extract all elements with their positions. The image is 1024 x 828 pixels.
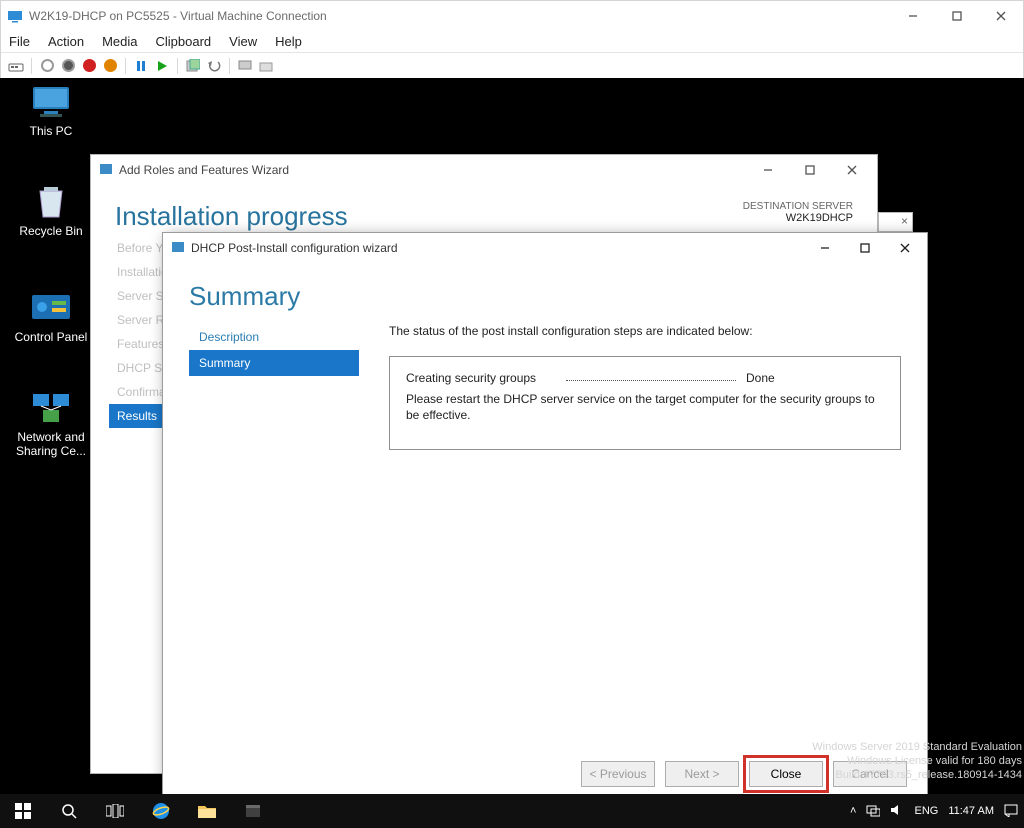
- dhcp-wizard-titlebar[interactable]: DHCP Post-Install configuration wizard: [163, 233, 927, 263]
- menu-file[interactable]: File: [9, 34, 30, 49]
- search-icon[interactable]: [46, 794, 92, 828]
- menu-view[interactable]: View: [229, 34, 257, 49]
- desktop-icon-label: Network and Sharing Ce...: [14, 430, 88, 458]
- summary-intro: The status of the post install configura…: [389, 324, 901, 338]
- add-roles-heading: Installation progress: [115, 201, 348, 232]
- taskbar: ˄ ENG 11:47 AM: [0, 794, 1024, 828]
- desktop-icon-label: Recycle Bin: [14, 224, 88, 238]
- desktop-icon-label: This PC: [14, 124, 88, 138]
- checkpoint-icon[interactable]: [184, 57, 202, 75]
- nav-summary[interactable]: Summary: [189, 350, 359, 376]
- close-button[interactable]: [831, 156, 873, 184]
- dots-separator: [566, 371, 736, 381]
- vmconnect-menubar: File Action Media Clipboard View Help: [1, 31, 1023, 53]
- server-manager-icon: [171, 240, 185, 257]
- tray-network-icon[interactable]: [866, 803, 880, 820]
- shutdown-icon[interactable]: [80, 57, 98, 75]
- summary-panel: Creating security groups Done Please res…: [389, 356, 901, 450]
- taskbar-explorer-icon[interactable]: [184, 794, 230, 828]
- maximize-button[interactable]: [845, 234, 885, 262]
- dhcp-postinstall-wizard-window: DHCP Post-Install configuration wizard S…: [162, 232, 928, 804]
- tray-clock[interactable]: 11:47 AM: [948, 805, 994, 817]
- taskbar-server-manager-icon[interactable]: [230, 794, 276, 828]
- desktop-icon-label: Control Panel: [14, 330, 88, 344]
- server-manager-corner: ×: [878, 212, 913, 232]
- desktop-icon-network-sharing[interactable]: Network and Sharing Ce...: [14, 390, 88, 458]
- this-pc-icon: [29, 84, 73, 120]
- server-manager-icon: [99, 162, 113, 179]
- previous-button[interactable]: < Previous: [581, 761, 655, 787]
- next-button[interactable]: Next >: [665, 761, 739, 787]
- close-button[interactable]: [885, 234, 925, 262]
- vmconnect-window-controls: [891, 2, 1023, 30]
- dhcp-wizard-nav: Description Summary: [189, 324, 359, 450]
- recycle-bin-icon: [29, 184, 73, 220]
- desktop-icon-recycle-bin[interactable]: Recycle Bin: [14, 184, 88, 238]
- revert-icon[interactable]: [205, 57, 223, 75]
- control-panel-icon: [29, 290, 73, 326]
- add-roles-titlebar[interactable]: Add Roles and Features Wizard: [91, 155, 877, 185]
- desktop-icon-this-pc[interactable]: This PC: [14, 84, 88, 138]
- vmconnect-icon: [7, 8, 23, 24]
- close-button[interactable]: [979, 2, 1023, 30]
- menu-help[interactable]: Help: [275, 34, 302, 49]
- start-icon[interactable]: [38, 57, 56, 75]
- minimize-button[interactable]: [805, 234, 845, 262]
- taskbar-ie-icon[interactable]: [138, 794, 184, 828]
- task-view-icon[interactable]: [92, 794, 138, 828]
- menu-action[interactable]: Action: [48, 34, 84, 49]
- tray-language[interactable]: ENG: [914, 805, 938, 817]
- tray-chevron-up-icon[interactable]: ˄: [850, 805, 856, 817]
- activation-watermark: Windows Server 2019 Standard Evaluation …: [812, 740, 1022, 782]
- reset-icon[interactable]: [153, 57, 171, 75]
- vmconnect-toolbar: [1, 53, 1023, 79]
- system-tray[interactable]: ˄ ENG 11:47 AM: [850, 803, 1024, 820]
- dhcp-wizard-title: DHCP Post-Install configuration wizard: [191, 241, 799, 255]
- vmconnect-titlebar[interactable]: W2K19-DHCP on PC5525 - Virtual Machine C…: [1, 1, 1023, 31]
- share-icon[interactable]: [257, 57, 275, 75]
- dhcp-wizard-content: The status of the post install configura…: [389, 324, 901, 450]
- network-icon: [29, 390, 73, 426]
- save-icon[interactable]: [101, 57, 119, 75]
- menu-clipboard[interactable]: Clipboard: [156, 34, 212, 49]
- menu-media[interactable]: Media: [102, 34, 137, 49]
- start-button[interactable]: [0, 794, 46, 828]
- pause-icon[interactable]: [132, 57, 150, 75]
- close-icon[interactable]: ×: [901, 214, 908, 228]
- tray-volume-icon[interactable]: [890, 803, 904, 820]
- status-step-value: Done: [746, 371, 775, 385]
- dhcp-wizard-heading: Summary: [189, 281, 901, 312]
- minimize-button[interactable]: [891, 2, 935, 30]
- destination-server: DESTINATION SERVER W2K19DHCP: [743, 201, 853, 232]
- maximize-button[interactable]: [789, 156, 831, 184]
- add-roles-title: Add Roles and Features Wizard: [119, 163, 741, 177]
- vmconnect-title: W2K19-DHCP on PC5525 - Virtual Machine C…: [29, 9, 891, 23]
- tray-notifications-icon[interactable]: [1004, 803, 1018, 820]
- nav-description[interactable]: Description: [189, 324, 359, 350]
- turnoff-icon[interactable]: [59, 57, 77, 75]
- desktop-icon-control-panel[interactable]: Control Panel: [14, 290, 88, 344]
- minimize-button[interactable]: [747, 156, 789, 184]
- enhanced-session-icon[interactable]: [236, 57, 254, 75]
- maximize-button[interactable]: [935, 2, 979, 30]
- status-step-label: Creating security groups: [406, 371, 556, 385]
- summary-note: Please restart the DHCP server service o…: [406, 391, 884, 423]
- ctrl-alt-del-icon[interactable]: [7, 57, 25, 75]
- guest-desktop[interactable]: This PC Recycle Bin Control Panel Networ…: [0, 78, 1024, 828]
